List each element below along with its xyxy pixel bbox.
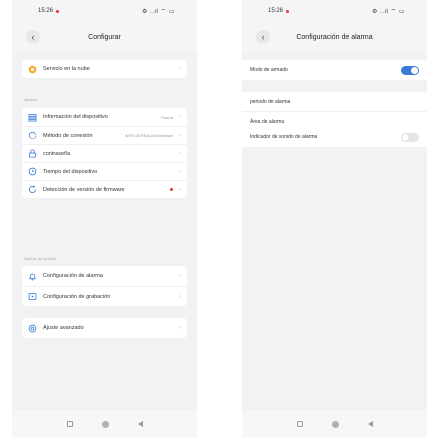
chevron-right-icon: › bbox=[179, 168, 181, 175]
chevron-right-icon: › bbox=[179, 114, 181, 120]
cloud-service-label: Servicio en la nube bbox=[43, 66, 90, 72]
firmware-check-label: Detección de versión de firmware bbox=[43, 186, 125, 193]
chevron-left-icon: ‹ bbox=[31, 31, 35, 42]
cloud-service-card: Servicio en la nube › bbox=[22, 60, 187, 78]
nav-bar: ‹ Configuración de alarma bbox=[242, 22, 427, 52]
alarm-settings-label: Configuración de alarma bbox=[43, 273, 103, 279]
gear-icon bbox=[28, 324, 37, 333]
alarm-settings-screen: 15:26 ⚙ ..ıl ⌔ ▭ ‹ Configuración de alar… bbox=[242, 0, 427, 438]
device-info-value: Puerta bbox=[161, 114, 173, 120]
sound-indicator-row: Indicador de sonido de alarma bbox=[242, 127, 427, 147]
connection-method-label: Método de conexión bbox=[43, 132, 93, 139]
alarm-settings-item[interactable]: Configuración de alarma › bbox=[22, 266, 187, 286]
status-icons: ⚙ ..ıl ⌔ ▭ bbox=[141, 9, 175, 15]
advanced-card: Ajuste avanzado › bbox=[22, 318, 187, 338]
alarm-period-item[interactable]: periodo de alarma bbox=[242, 92, 427, 112]
page-title: Configuración de alarma bbox=[296, 33, 373, 41]
arming-mode-label: Modo de armado bbox=[250, 67, 288, 73]
device-time-item[interactable]: Tiempo del dispositivo › bbox=[22, 162, 187, 180]
connection-method-item[interactable]: Método de conexión WIRGZERBALIM/inmalado… bbox=[22, 126, 187, 144]
firmware-check-item[interactable]: Detección de versión de firmware › bbox=[22, 180, 187, 198]
toggle-knob bbox=[402, 133, 409, 141]
chevron-right-icon: › bbox=[179, 273, 181, 279]
status-time: 15:26 bbox=[38, 8, 54, 14]
bell-icon bbox=[28, 272, 37, 281]
sound-indicator-section: Indicador de sonido de alarma bbox=[242, 127, 427, 147]
system-back-icon[interactable] bbox=[367, 421, 373, 427]
advanced-settings-item[interactable]: Ajuste avanzado › bbox=[22, 318, 187, 338]
recent-apps-icon[interactable] bbox=[66, 421, 73, 427]
device-info-label: Información del dispositivo bbox=[43, 114, 108, 120]
page-title: Configurar bbox=[88, 33, 121, 41]
chevron-right-icon: › bbox=[179, 66, 181, 72]
recording-settings-label: Configuración de grabación bbox=[43, 293, 111, 300]
status-time: 15:26 bbox=[268, 8, 284, 14]
settings-screen: 15:26 ⚙ ..ıl ⌔ ▭ ‹ Configurar Servicio e… bbox=[12, 0, 197, 438]
toggle-knob bbox=[411, 66, 418, 74]
device-info-icon bbox=[28, 113, 37, 122]
system-nav-bar bbox=[242, 410, 427, 438]
connection-method-value: WIRGZERBALIM/inmalado bbox=[124, 133, 173, 138]
chevron-right-icon: › bbox=[179, 325, 181, 331]
alarm-options-section: periodo de alarma Área de alarma bbox=[242, 92, 427, 132]
notification-dot-icon bbox=[286, 9, 290, 13]
chevron-right-icon: › bbox=[179, 293, 181, 300]
chevron-right-icon: › bbox=[179, 186, 181, 193]
sound-indicator-label: Indicador de sonido de alarma bbox=[250, 134, 318, 140]
update-alert-dot bbox=[170, 188, 173, 191]
advanced-settings-label: Ajuste avanzado bbox=[43, 325, 84, 331]
password-label: contraseña bbox=[43, 150, 71, 157]
device-info-item[interactable]: Información del dispositivo Puerta › bbox=[22, 108, 187, 126]
password-item[interactable]: contraseña › bbox=[22, 144, 187, 162]
status-bar: 15:26 ⚙ ..ıl ⌔ ▭ bbox=[12, 0, 197, 22]
back-button[interactable]: ‹ bbox=[26, 30, 40, 44]
recent-apps-icon[interactable] bbox=[296, 421, 303, 427]
arming-section: Modo de armado bbox=[242, 60, 427, 80]
settings-group: Información del dispositivo Puerta › Mét… bbox=[22, 108, 187, 198]
chevron-right-icon: › bbox=[179, 150, 181, 157]
notification-dot-icon bbox=[56, 9, 60, 13]
system-nav-bar bbox=[12, 410, 197, 438]
clock-icon bbox=[28, 167, 37, 176]
status-icons: ⚙ ..ıl ⌔ ▭ bbox=[371, 9, 405, 15]
refresh-icon bbox=[28, 185, 37, 194]
alarm-period-label: periodo de alarma bbox=[250, 98, 291, 105]
recording-icon bbox=[28, 292, 37, 301]
status-bar: 15:26 ⚙ ..ıl ⌔ ▭ bbox=[242, 0, 427, 22]
arming-mode-row: Modo de armado bbox=[242, 60, 427, 80]
home-icon[interactable] bbox=[331, 420, 339, 428]
arming-mode-toggle[interactable] bbox=[401, 65, 419, 75]
functions-group: Configuración de alarma › Configuración … bbox=[22, 266, 187, 306]
nav-bar: ‹ Configurar bbox=[12, 22, 197, 52]
cloud-icon bbox=[28, 65, 37, 74]
back-button[interactable]: ‹ bbox=[256, 30, 270, 44]
chevron-right-icon: › bbox=[179, 132, 181, 139]
alarm-area-label: Área de alarma bbox=[250, 119, 285, 125]
recording-settings-item[interactable]: Configuración de grabación › bbox=[22, 286, 187, 306]
cloud-service-item[interactable]: Servicio en la nube › bbox=[22, 60, 187, 78]
link-icon bbox=[28, 131, 37, 140]
home-icon[interactable] bbox=[101, 420, 109, 428]
section-label-functions: Operar de función bbox=[24, 256, 57, 261]
section-label-settings: ajustes bbox=[24, 97, 37, 102]
system-back-icon[interactable] bbox=[137, 421, 143, 427]
sound-indicator-toggle[interactable] bbox=[401, 132, 419, 142]
device-time-label: Tiempo del dispositivo bbox=[43, 168, 98, 175]
lock-icon bbox=[28, 149, 37, 158]
chevron-left-icon: ‹ bbox=[261, 31, 265, 42]
